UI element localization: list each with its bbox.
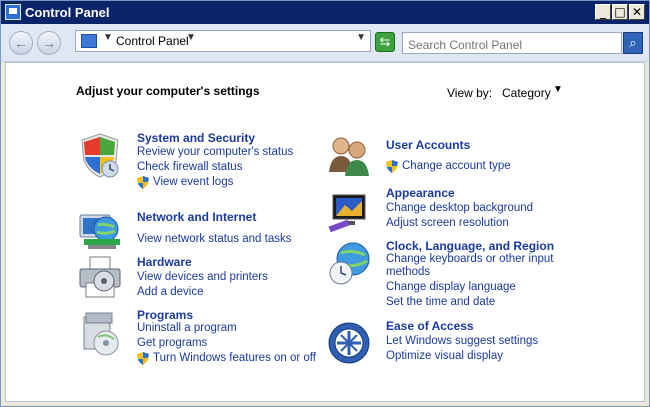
window-title: Control Panel xyxy=(25,5,110,20)
appearance-monitor-icon[interactable] xyxy=(325,187,373,235)
link-view-event-logs[interactable]: View event logs xyxy=(153,176,233,188)
link-network-status[interactable]: View network status and tasks xyxy=(137,233,291,245)
search-button[interactable]: ⌕ xyxy=(623,32,643,54)
link-change-account-type[interactable]: Change account type xyxy=(402,160,511,172)
category-clock-language-region[interactable]: Clock, Language, and Region xyxy=(386,239,554,253)
link-get-programs[interactable]: Get programs xyxy=(137,337,207,349)
forward-button[interactable]: → xyxy=(37,31,61,55)
address-history-dropdown-icon[interactable]: ▼ xyxy=(356,32,366,43)
link-set-time-date[interactable]: Set the time and date xyxy=(386,296,495,308)
link-change-display-language[interactable]: Change display language xyxy=(386,281,516,293)
system-security-shield-icon[interactable] xyxy=(76,131,124,179)
link-windows-suggest-settings[interactable]: Let Windows suggest settings xyxy=(386,335,538,347)
search-icon: ⌕ xyxy=(629,35,637,50)
programs-box-icon[interactable] xyxy=(76,309,124,357)
link-change-desktop-background[interactable]: Change desktop background xyxy=(386,202,533,214)
category-appearance[interactable]: Appearance xyxy=(386,186,455,200)
view-by-dropdown-icon[interactable]: ▼ xyxy=(553,84,563,95)
clock-globe-icon[interactable] xyxy=(325,239,373,287)
refresh-icon: ⇆ xyxy=(379,34,391,49)
breadcrumb-chevron-icon[interactable]: ▼ xyxy=(186,32,196,43)
user-accounts-icon[interactable] xyxy=(325,132,373,180)
search-input[interactable] xyxy=(402,32,622,54)
link-add-device[interactable]: Add a device xyxy=(137,286,204,298)
close-button[interactable]: ✕ xyxy=(629,4,645,20)
hardware-printer-icon[interactable] xyxy=(76,253,124,301)
network-globe-icon[interactable] xyxy=(76,205,124,253)
navigation-toolbar: ← → ▼ Control Panel ▼ ▼ ⇆ ⌕ xyxy=(1,24,649,62)
address-bar[interactable]: ▼ Control Panel ▼ ▼ xyxy=(75,30,371,52)
category-ease-of-access[interactable]: Ease of Access xyxy=(386,319,474,333)
link-uninstall-program[interactable]: Uninstall a program xyxy=(137,322,237,334)
uac-shield-icon xyxy=(137,352,149,365)
link-check-firewall[interactable]: Check firewall status xyxy=(137,161,242,173)
category-hardware[interactable]: Hardware xyxy=(137,255,192,269)
breadcrumb-dropdown-icon[interactable]: ▼ xyxy=(103,32,113,43)
uac-shield-icon xyxy=(137,176,149,189)
title-bar[interactable]: Control Panel _ □ ✕ xyxy=(1,1,649,24)
page-heading: Adjust your computer's settings xyxy=(76,84,260,98)
back-arrow-icon: ← xyxy=(14,35,28,51)
link-windows-features[interactable]: Turn Windows features on or off xyxy=(153,352,316,364)
category-programs[interactable]: Programs xyxy=(137,308,193,322)
view-by-label: View by: xyxy=(447,86,493,100)
link-change-keyboards-cont[interactable]: methods xyxy=(386,266,430,278)
category-user-accounts[interactable]: User Accounts xyxy=(386,138,470,152)
link-optimize-visual-display[interactable]: Optimize visual display xyxy=(386,350,503,362)
category-network[interactable]: Network and Internet xyxy=(137,210,256,224)
control-panel-icon xyxy=(5,4,21,20)
minimize-button[interactable]: _ xyxy=(595,4,611,20)
link-devices-printers[interactable]: View devices and printers xyxy=(137,271,268,283)
view-by-dropdown[interactable]: Category xyxy=(502,86,551,100)
link-review-status[interactable]: Review your computer's status xyxy=(137,146,293,158)
ease-of-access-icon[interactable] xyxy=(325,319,373,367)
link-change-keyboards[interactable]: Change keyboards or other input xyxy=(386,253,554,265)
uac-shield-icon xyxy=(386,160,398,173)
link-adjust-screen-resolution[interactable]: Adjust screen resolution xyxy=(386,217,509,229)
control-panel-window: Control Panel _ □ ✕ ← → ▼ Control Panel … xyxy=(0,0,650,407)
maximize-button[interactable]: □ xyxy=(612,4,628,20)
breadcrumb-control-panel[interactable]: Control Panel xyxy=(116,34,189,48)
category-system-security[interactable]: System and Security xyxy=(137,131,255,145)
refresh-button[interactable]: ⇆ xyxy=(375,32,395,52)
forward-arrow-icon: → xyxy=(42,35,56,51)
back-button[interactable]: ← xyxy=(9,31,33,55)
control-panel-icon xyxy=(81,34,97,48)
control-panel-content: Adjust your computer's settings View by:… xyxy=(5,62,645,402)
